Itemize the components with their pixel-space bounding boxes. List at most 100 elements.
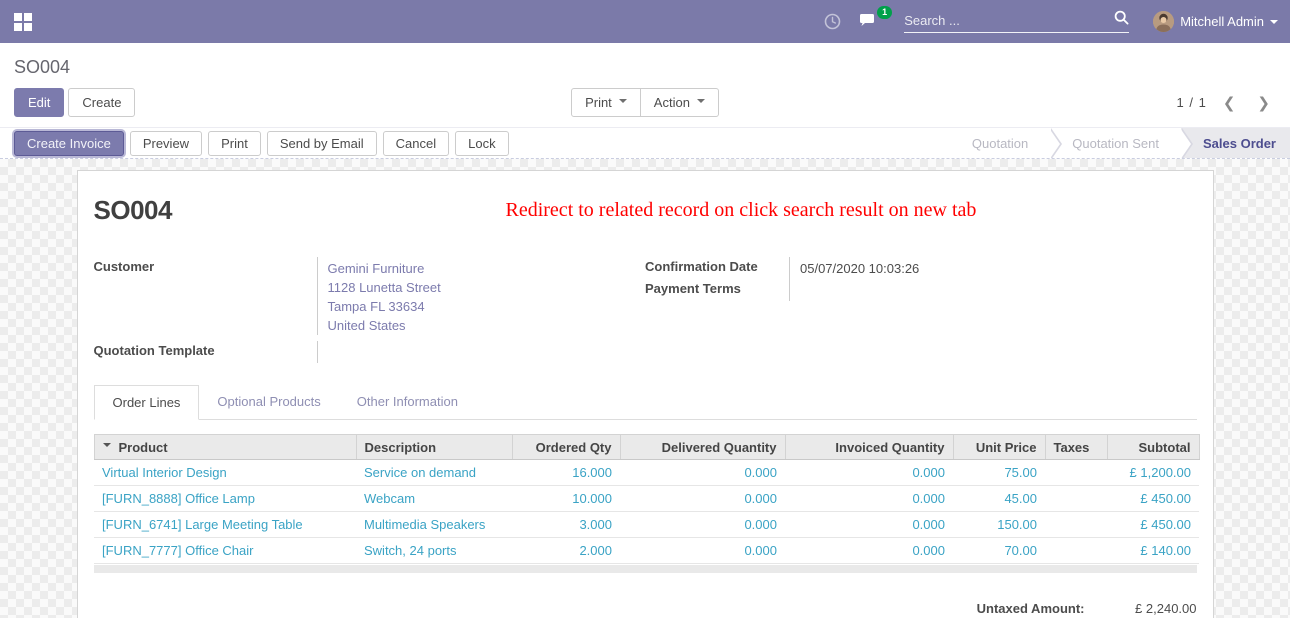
apps-grid-square	[14, 13, 22, 21]
apps-grid-square	[14, 23, 22, 31]
cell-taxes	[1045, 486, 1107, 512]
cp-center: Print Action	[434, 88, 856, 117]
print-menu-label: Print	[585, 95, 612, 110]
send-by-email-button[interactable]: Send by Email	[267, 131, 377, 156]
customer-street: 1128 Lunetta Street	[328, 278, 441, 297]
statusbar-buttons: Create Invoice Preview Print Send by Ema…	[0, 128, 509, 158]
apps-menu-icon[interactable]	[14, 13, 32, 31]
search-input[interactable]	[904, 13, 1114, 28]
column-header-product[interactable]: Product	[94, 435, 356, 460]
customer-name-link[interactable]: Gemini Furniture	[328, 259, 441, 278]
table-row[interactable]: [FURN_6741] Large Meeting Table Multimed…	[94, 512, 1199, 538]
stage-quotation[interactable]: Quotation	[950, 128, 1050, 158]
main-content: SO004 Redirect to related record on clic…	[0, 159, 1290, 618]
user-menu[interactable]: Mitchell Admin	[1153, 11, 1278, 32]
chevron-down-icon	[697, 99, 705, 107]
cell-subtotal: £ 1,200.00	[1107, 460, 1199, 486]
field-row-customer: Customer Gemini Furniture 1128 Lunetta S…	[94, 257, 646, 335]
preview-button[interactable]: Preview	[130, 131, 202, 156]
tab-other-information[interactable]: Other Information	[339, 385, 476, 419]
chevron-down-icon	[619, 99, 627, 107]
cell-delivered-qty: 0.000	[620, 460, 785, 486]
cp-left: Edit Create	[14, 88, 434, 117]
customer-city: Tampa FL 33634	[328, 297, 441, 316]
payment-terms-label: Payment Terms	[645, 279, 790, 301]
cell-ordered-qty: 10.000	[512, 486, 620, 512]
customer-country: United States	[328, 316, 441, 335]
search-box	[904, 10, 1129, 33]
sheet-header: SO004 Redirect to related record on clic…	[94, 195, 1197, 229]
print-menu-button[interactable]: Print	[571, 88, 641, 117]
topbar: 1 Mitchell Admin	[0, 0, 1290, 43]
totals: Untaxed Amount: £ 2,240.00	[94, 601, 1197, 616]
field-column-left: Customer Gemini Furniture 1128 Lunetta S…	[94, 257, 646, 363]
table-footer-strip	[94, 565, 1197, 573]
cell-delivered-qty: 0.000	[620, 486, 785, 512]
pager-next-button[interactable]: ❯	[1251, 94, 1276, 112]
cell-ordered-qty: 3.000	[512, 512, 620, 538]
payment-terms-value[interactable]	[790, 279, 800, 301]
cell-invoiced-qty: 0.000	[785, 486, 953, 512]
cell-description: Service on demand	[356, 460, 512, 486]
cell-taxes	[1045, 460, 1107, 486]
create-invoice-button[interactable]: Create Invoice	[14, 131, 124, 156]
action-menu-button[interactable]: Action	[640, 88, 719, 117]
cell-ordered-qty: 2.000	[512, 538, 620, 564]
column-header-invoiced-qty[interactable]: Invoiced Quantity	[785, 435, 953, 460]
field-row-quotation-template: Quotation Template	[94, 341, 646, 363]
cell-invoiced-qty: 0.000	[785, 538, 953, 564]
confirmation-date-label: Confirmation Date	[645, 257, 790, 279]
chevron-down-icon[interactable]	[103, 443, 111, 451]
lock-button[interactable]: Lock	[455, 131, 508, 156]
statusbar: Create Invoice Preview Print Send by Ema…	[0, 127, 1290, 159]
confirmation-date-value: 05/07/2020 10:03:26	[790, 257, 919, 279]
untaxed-amount-value: £ 2,240.00	[1085, 601, 1197, 616]
apps-grid-square	[24, 13, 32, 21]
apps-grid-square	[24, 23, 32, 31]
pager-value: 1 / 1	[1177, 95, 1207, 110]
field-row-confirmation-date: Confirmation Date 05/07/2020 10:03:26	[645, 257, 1197, 279]
quotation-template-value[interactable]	[318, 341, 328, 363]
table-row[interactable]: Virtual Interior Design Service on deman…	[94, 460, 1199, 486]
cell-description: Multimedia Speakers	[356, 512, 512, 538]
cell-unit-price: 150.00	[953, 512, 1045, 538]
create-button[interactable]: Create	[68, 88, 135, 117]
cancel-button[interactable]: Cancel	[383, 131, 449, 156]
print-button[interactable]: Print	[208, 131, 261, 156]
screen: 1 Mitchell Admin SO004 Edit Create	[0, 0, 1290, 618]
messages-icon[interactable]: 1	[859, 13, 880, 30]
column-header-taxes[interactable]: Taxes	[1045, 435, 1107, 460]
activities-clock-icon[interactable]	[824, 13, 841, 30]
customer-value: Gemini Furniture 1128 Lunetta Street Tam…	[318, 257, 441, 335]
tab-order-lines[interactable]: Order Lines	[94, 385, 200, 420]
column-header-delivered-qty[interactable]: Delivered Quantity	[620, 435, 785, 460]
cell-subtotal: £ 140.00	[1107, 538, 1199, 564]
customer-label: Customer	[94, 257, 318, 335]
cell-product: [FURN_8888] Office Lamp	[94, 486, 356, 512]
stage-quotation-sent[interactable]: Quotation Sent	[1050, 128, 1181, 158]
search-icon[interactable]	[1114, 10, 1129, 28]
column-header-ordered-qty[interactable]: Ordered Qty	[512, 435, 620, 460]
field-group: Customer Gemini Furniture 1128 Lunetta S…	[94, 257, 1197, 363]
table-header-row: Product Description Ordered Qty Delivere…	[94, 435, 1199, 460]
cell-delivered-qty: 0.000	[620, 512, 785, 538]
column-header-description[interactable]: Description	[356, 435, 512, 460]
quotation-template-label: Quotation Template	[94, 341, 318, 363]
avatar	[1153, 11, 1174, 32]
notebook-tabs: Order Lines Optional Products Other Info…	[94, 385, 1197, 420]
table-row[interactable]: [FURN_7777] Office Chair Switch, 24 port…	[94, 538, 1199, 564]
form-sheet: SO004 Redirect to related record on clic…	[77, 170, 1214, 618]
cell-unit-price: 45.00	[953, 486, 1045, 512]
column-header-subtotal[interactable]: Subtotal	[1107, 435, 1199, 460]
stage-sales-order[interactable]: Sales Order	[1181, 128, 1290, 158]
field-column-right: Confirmation Date 05/07/2020 10:03:26 Pa…	[645, 257, 1197, 363]
cell-product: [FURN_6741] Large Meeting Table	[94, 512, 356, 538]
edit-button[interactable]: Edit	[14, 88, 64, 117]
table-row[interactable]: [FURN_8888] Office Lamp Webcam 10.000 0.…	[94, 486, 1199, 512]
user-name: Mitchell Admin	[1180, 14, 1264, 29]
pager-previous-button[interactable]: ❮	[1217, 94, 1242, 112]
control-panel: SO004 Edit Create Print Action 1 / 1 ❮ ❯	[0, 43, 1290, 127]
tab-optional-products[interactable]: Optional Products	[199, 385, 338, 419]
cell-invoiced-qty: 0.000	[785, 460, 953, 486]
column-header-unit-price[interactable]: Unit Price	[953, 435, 1045, 460]
